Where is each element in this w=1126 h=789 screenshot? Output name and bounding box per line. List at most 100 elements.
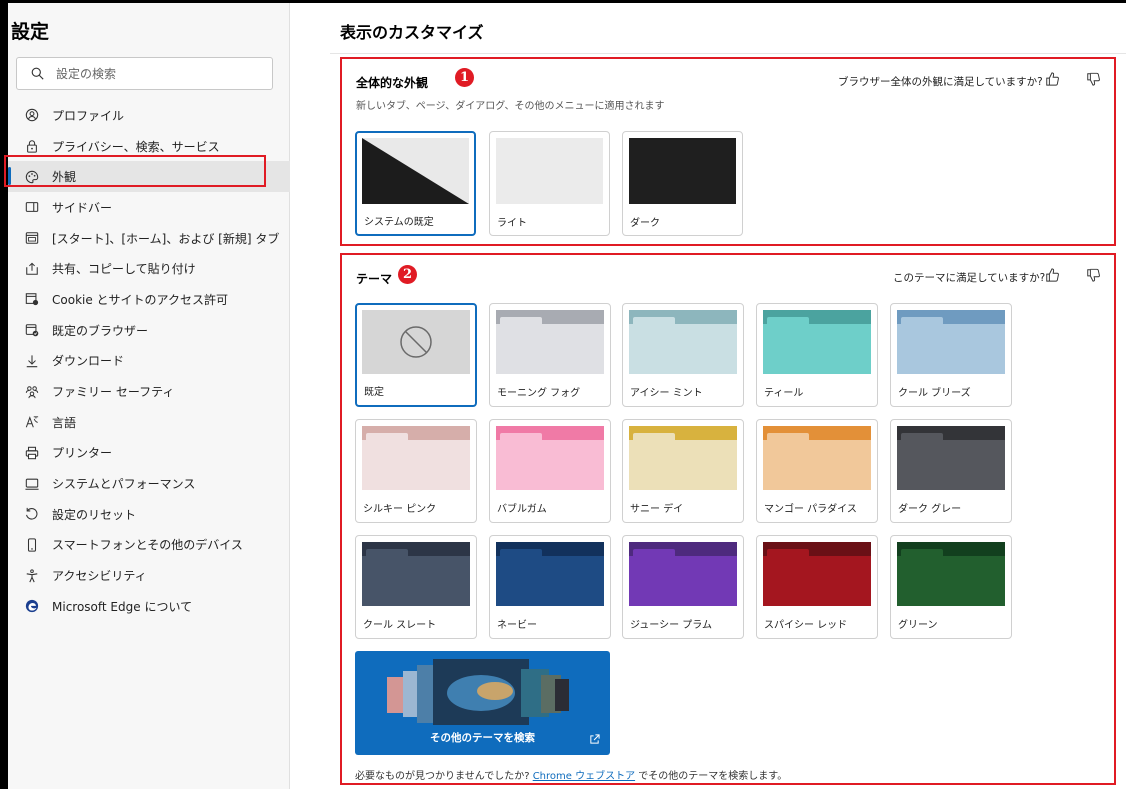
sidebar-item-label: プライバシー、検索、サービス	[52, 139, 220, 154]
theme-label: クール ブリーズ	[898, 388, 971, 399]
sidebar-item-label: プリンター	[52, 446, 113, 461]
phone-icon	[24, 537, 40, 553]
sidebar-item-13[interactable]: 設定のリセット	[8, 499, 290, 530]
appearance-option-card[interactable]: システムの既定	[355, 131, 476, 236]
sidebar-item-label: Microsoft Edge について	[52, 599, 193, 614]
sidebar-item-label: 設定のリセット	[52, 507, 137, 522]
sidebar-item-label: [スタート]、[ホーム]、および [新規] タブ	[52, 231, 280, 246]
sidebar-item-6[interactable]: Cookie とサイトのアクセス許可	[8, 284, 290, 315]
appearance-option-card[interactable]: ダーク	[622, 131, 743, 236]
share-icon	[24, 261, 40, 277]
printer-icon	[24, 445, 40, 461]
theme-preview	[897, 426, 1005, 490]
theme-preview	[496, 310, 604, 374]
sidebar-item-label: システムとパフォーマンス	[52, 477, 196, 492]
default-theme-icon	[362, 310, 470, 374]
sidebar-item-label: 言語	[52, 415, 77, 430]
theme-card[interactable]: クール スレート	[355, 535, 477, 639]
lock-icon	[24, 138, 40, 154]
appearance-preview	[629, 138, 736, 204]
sidebar-item-12[interactable]: システムとパフォーマンス	[8, 468, 290, 499]
sidebar-item-11[interactable]: プリンター	[8, 438, 290, 469]
sidebar-item-label: サイドバー	[52, 200, 113, 215]
theme-card[interactable]: ティール	[756, 303, 878, 407]
footer-prefix: 必要なものが見つかりませんでしたか?	[355, 771, 533, 782]
theme-section-title: テーマ	[356, 272, 393, 286]
theme-preview	[496, 542, 604, 606]
sidebar-item-label: アクセシビリティ	[52, 569, 147, 584]
sidebar-item-3[interactable]: サイドバー	[8, 192, 290, 223]
theme-card[interactable]: クール ブリーズ	[890, 303, 1012, 407]
home-tab-icon	[24, 230, 40, 246]
theme-label: シルキー ピンク	[363, 504, 437, 515]
thumbs-up-icon[interactable]	[1045, 268, 1059, 282]
sidebar-item-4[interactable]: [スタート]、[ホーム]、および [新規] タブ	[8, 223, 290, 254]
theme-card[interactable]: ダーク グレー	[890, 419, 1012, 523]
chrome-webstore-link[interactable]: Chrome ウェブストア	[533, 771, 635, 782]
sidebar-item-5[interactable]: 共有、コピーして貼り付け	[8, 253, 290, 284]
theme-label: クール スレート	[363, 620, 437, 631]
theme-card[interactable]: アイシー ミント	[622, 303, 744, 407]
theme-label: スパイシー レッド	[764, 620, 848, 631]
theme-card[interactable]: モーニング フォグ	[489, 303, 611, 407]
sidebar-icon	[24, 199, 40, 215]
appearance-option-label: システムの既定	[364, 217, 434, 228]
theme-card[interactable]: ジューシー プラム	[622, 535, 744, 639]
edge-logo-icon	[24, 598, 40, 614]
sidebar-item-14[interactable]: スマートフォンとその他のデバイス	[8, 530, 290, 561]
theme-preview	[496, 426, 604, 490]
appearance-section-title: 全体的な外観	[356, 76, 429, 90]
theme-label: ネービー	[497, 620, 537, 631]
theme-card[interactable]: スパイシー レッド	[756, 535, 878, 639]
appearance-option-label: ライト	[497, 218, 527, 229]
appearance-option-label: ダーク	[630, 218, 660, 229]
theme-label: バブルガム	[497, 504, 547, 515]
theme-preview	[362, 310, 470, 374]
theme-label: ティール	[764, 388, 804, 399]
sidebar-item-16[interactable]: Microsoft Edge について	[8, 591, 290, 622]
thumbs-down-icon[interactable]	[1086, 72, 1100, 86]
family-icon	[24, 384, 40, 400]
thumbs-up-icon[interactable]	[1045, 72, 1059, 86]
theme-label: マンゴー パラダイス	[764, 504, 857, 515]
theme-footer-note: 必要なものが見つかりませんでしたか? Chrome ウェブストア でその他のテー…	[355, 767, 787, 782]
theme-card[interactable]: ネービー	[489, 535, 611, 639]
theme-card[interactable]: グリーン	[890, 535, 1012, 639]
annotation-badge-1: 1	[455, 68, 474, 87]
appearance-option-card[interactable]: ライト	[489, 131, 610, 236]
theme-card[interactable]: マンゴー パラダイス	[756, 419, 878, 523]
sidebar-item-8[interactable]: ダウンロード	[8, 346, 290, 377]
appearance-feedback-question: ブラウザー全体の外観に満足していますか?	[838, 76, 1043, 88]
cookie-permissions-icon	[24, 291, 40, 307]
download-icon	[24, 353, 40, 369]
settings-sidebar: 設定 プロファイルプライバシー、検索、サービス外観サイドバー[スタート]、[ホー…	[8, 3, 290, 789]
theme-label: サニー デイ	[630, 504, 684, 515]
sidebar-item-0[interactable]: プロファイル	[8, 100, 290, 131]
find-more-themes-button[interactable]: その他のテーマを検索	[355, 651, 610, 755]
footer-suffix: でその他のテーマを検索します。	[635, 771, 788, 782]
profile-icon	[24, 107, 40, 123]
theme-label: ダーク グレー	[898, 504, 962, 515]
title-divider	[330, 53, 1126, 54]
language-icon	[24, 414, 40, 430]
appearance-preview	[362, 138, 469, 204]
theme-card[interactable]: 既定	[355, 303, 477, 407]
settings-search-box[interactable]	[16, 57, 273, 90]
theme-card[interactable]: サニー デイ	[622, 419, 744, 523]
reset-icon	[24, 506, 40, 522]
sidebar-item-7[interactable]: 既定のブラウザー	[8, 315, 290, 346]
default-browser-icon	[24, 322, 40, 338]
sidebar-item-15[interactable]: アクセシビリティ	[8, 560, 290, 591]
theme-label: ジューシー プラム	[630, 620, 712, 631]
theme-card[interactable]: シルキー ピンク	[355, 419, 477, 523]
appearance-section-subtitle: 新しいタブ、ページ、ダイアログ、その他のメニューに適用されます	[356, 101, 665, 112]
search-icon	[31, 67, 44, 80]
thumbs-down-icon[interactable]	[1086, 268, 1100, 282]
settings-search-input[interactable]	[56, 66, 256, 81]
sidebar-item-9[interactable]: ファミリー セーフティ	[8, 376, 290, 407]
sidebar-item-10[interactable]: 言語	[8, 407, 290, 438]
sidebar-item-label: Cookie とサイトのアクセス許可	[52, 292, 228, 307]
sidebar-item-label: 共有、コピーして貼り付け	[52, 262, 196, 277]
theme-label: アイシー ミント	[630, 388, 703, 399]
theme-card[interactable]: バブルガム	[489, 419, 611, 523]
